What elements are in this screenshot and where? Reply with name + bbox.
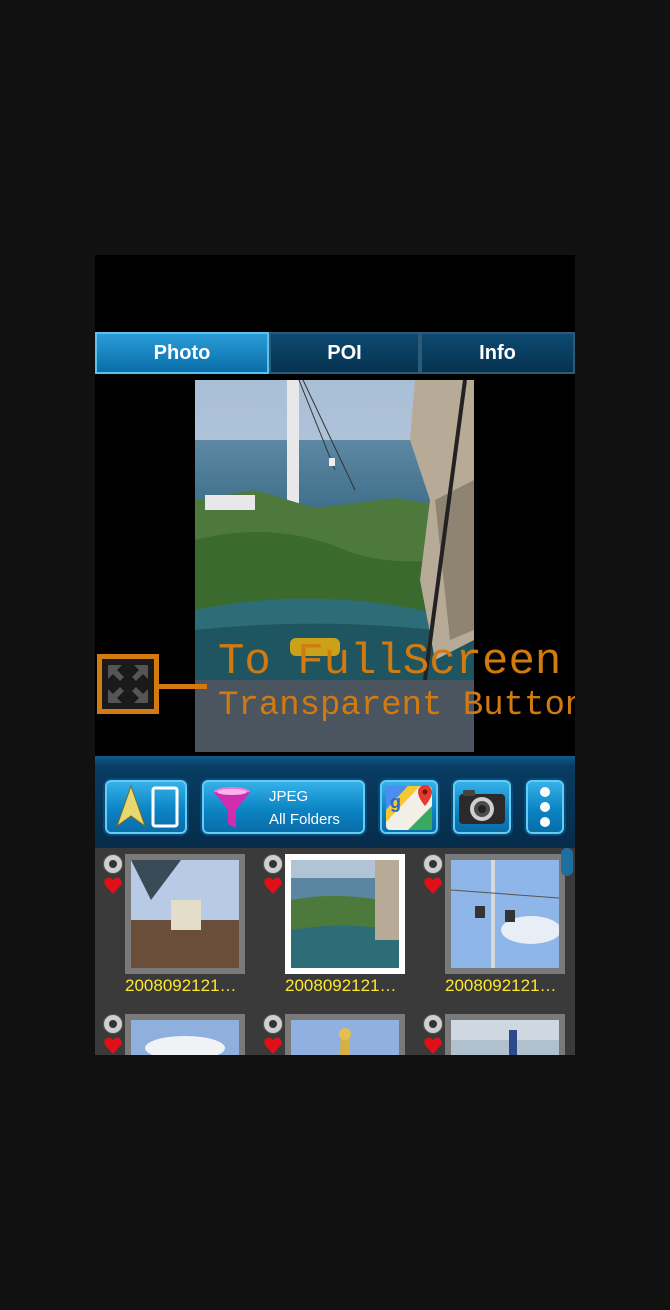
thumbnail-grid[interactable]: 2008092121… 2008092121… 2008092121… [95,848,575,1055]
more-vert-icon [540,787,550,827]
heart-icon [264,1037,282,1054]
callout-subtitle: Transparent Button [218,687,575,725]
filter-type-label: JPEG [269,788,309,805]
camera-icon [459,790,505,824]
camera-badge-icon [103,854,123,874]
svg-text:g: g [390,792,401,812]
grid-item[interactable]: 2008092121… [95,848,255,1008]
grid-item[interactable] [95,1008,255,1055]
heart-icon [424,1037,442,1054]
thumbnail-filename: 2008092121… [445,976,557,995]
tab-poi[interactable]: POI [269,332,420,374]
more-options-button[interactable] [524,778,566,836]
scrollbar-thumb[interactable] [561,848,573,876]
navigation-split-icon [116,784,179,828]
thumbnail-image[interactable] [125,854,245,974]
heart-icon [424,877,442,894]
app-window: Photo POI Info To FullScreen Transparent… [95,255,575,1055]
filter-button[interactable]: JPEG All Folders [200,778,367,836]
heart-icon [104,877,122,894]
tab-info[interactable]: Info [420,332,575,374]
grid-item[interactable] [415,1008,575,1055]
heart-icon [264,877,282,894]
map-button[interactable]: g [378,778,440,836]
camera-badge-icon [423,1014,443,1034]
callout-line [159,684,207,689]
tab-bar: Photo POI Info [95,332,575,374]
grid-item[interactable]: 2008092121… [415,848,575,1008]
camera-button[interactable] [451,778,513,836]
camera-badge-icon [263,1014,283,1034]
navigation-button[interactable] [103,778,189,836]
toolbar: JPEG All Folders g [95,756,575,848]
fullscreen-button[interactable] [97,654,159,714]
thumbnail-image[interactable] [445,1014,565,1055]
thumbnail-filename: 2008092121… [125,976,237,995]
camera-badge-icon [103,1014,123,1034]
camera-badge-icon [423,854,443,874]
grid-item[interactable] [255,1008,415,1055]
thumbnail-filename: 2008092121… [285,976,397,995]
grid-item[interactable]: 2008092121… [255,848,415,1008]
thumbnail-image-selected[interactable] [285,854,405,974]
callout-title: To FullScreen [218,637,562,687]
heart-icon [104,1037,122,1054]
filter-folder-label: All Folders [269,811,340,828]
expand-arrows-icon [108,665,148,703]
filter-funnel-icon [214,787,250,828]
photo-viewer[interactable]: To FullScreen Transparent Button [95,376,575,756]
tab-photo[interactable]: Photo [95,332,269,374]
google-maps-icon: g [386,785,432,830]
thumbnail-image[interactable] [445,854,565,974]
thumbnail-image[interactable] [125,1014,245,1055]
camera-badge-icon [263,854,283,874]
thumbnail-image[interactable] [285,1014,405,1055]
